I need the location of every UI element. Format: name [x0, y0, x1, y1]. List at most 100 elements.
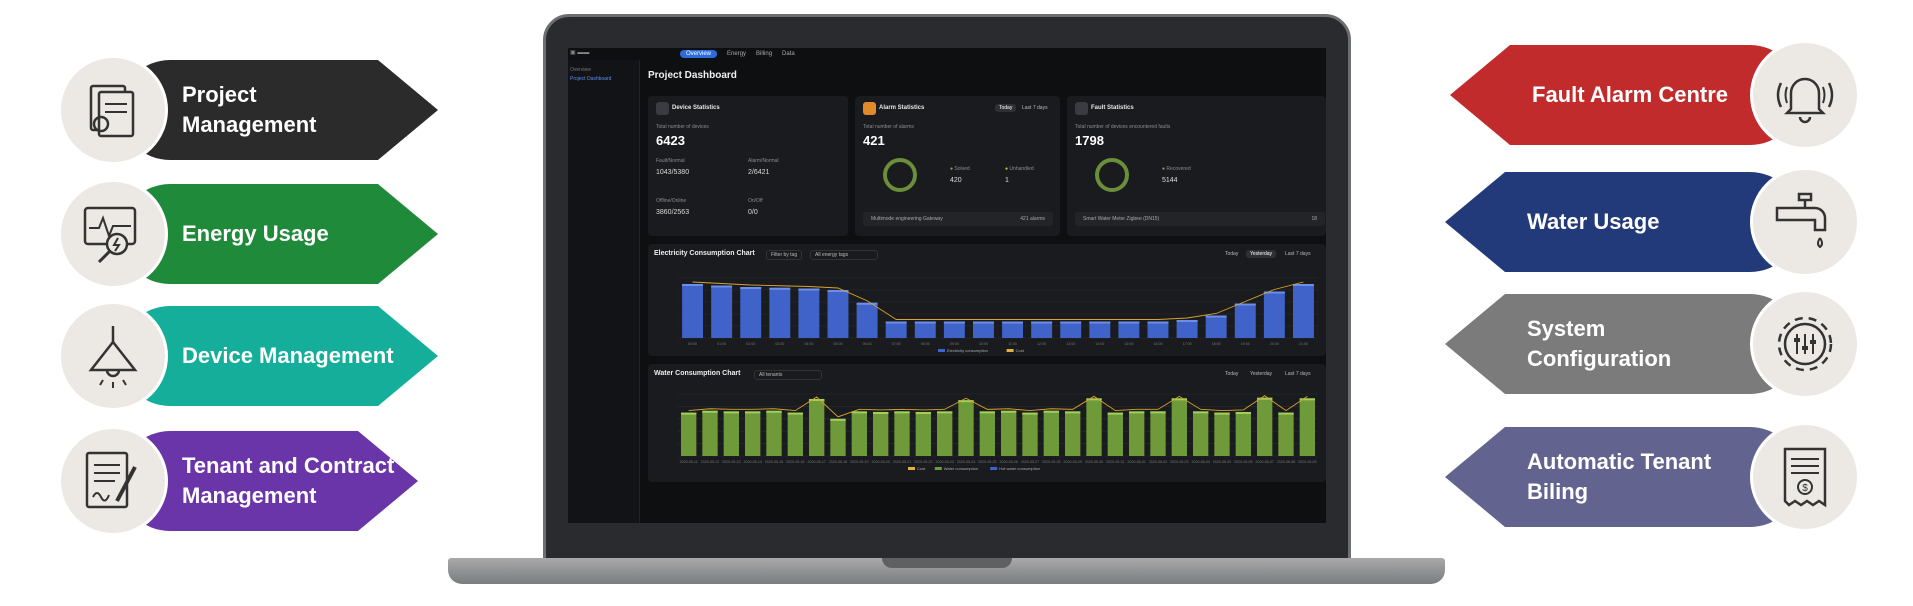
tick-label: 01:00 — [717, 342, 726, 346]
bar-cap — [1043, 410, 1060, 413]
feature-label: Fault Alarm Centre — [1532, 82, 1729, 107]
bar — [1235, 411, 1252, 456]
document-icon — [89, 84, 135, 138]
bar-cap — [766, 410, 782, 413]
bar — [914, 321, 936, 338]
feature-label: Project Management — [182, 82, 317, 137]
bar-cap — [1235, 411, 1252, 414]
tick-label: 19:00 — [1241, 342, 1250, 346]
tick-label: 2020-05-24 — [957, 460, 975, 464]
bar-cap — [1192, 411, 1209, 414]
feature-icon-circle — [1750, 40, 1860, 150]
bar — [943, 321, 965, 338]
bar-cap — [798, 288, 820, 291]
bar — [680, 412, 697, 456]
tick-label: 10:00 — [979, 342, 988, 346]
feature-label: Automatic Tenant Biling — [1527, 449, 1712, 504]
tick-label: 05:00 — [834, 342, 843, 346]
bar-cap — [702, 410, 718, 413]
tick-label: 2020-05-20 — [871, 460, 889, 464]
legend-swatch — [938, 349, 945, 352]
top-nav: Overview Energy Billing Data — [568, 48, 1326, 60]
bar-cap — [1064, 411, 1081, 414]
range-today[interactable]: Today — [995, 104, 1017, 112]
tab-energy[interactable]: Energy — [727, 51, 746, 57]
bar — [979, 411, 996, 456]
tick-label: 2020-05-30 — [1085, 460, 1103, 464]
alarm-top-device-value: 421 alarms — [1020, 216, 1045, 222]
bar — [856, 302, 878, 338]
total-devices: 6423 — [656, 133, 685, 148]
tick-label: 2020-06-04 — [1191, 460, 1209, 464]
tick-label: 2020-06-05 — [1213, 460, 1231, 464]
fault-stats-card: Fault Statistics Total number of devices… — [1067, 96, 1326, 236]
tick-label: 2020-05-29 — [1063, 460, 1081, 464]
bar — [1205, 315, 1227, 338]
onoff-value: 0/0 — [748, 209, 758, 216]
bar-cap — [1214, 412, 1230, 415]
tick-label: 14:00 — [1095, 342, 1104, 346]
tick-label: 16:00 — [1154, 342, 1163, 346]
range-last-7-days[interactable]: Last 7 days — [1018, 104, 1052, 112]
alarm-stats-card: Alarm Statistics Today Last 7 days Total… — [855, 96, 1060, 236]
bar — [1002, 321, 1024, 338]
alarm-icon — [863, 102, 876, 115]
bar — [1043, 410, 1060, 456]
sidebar: Overview Project Dashboard — [568, 60, 640, 523]
bar-cap — [1147, 321, 1169, 324]
bar-cap — [885, 321, 907, 324]
bar-cap — [1128, 411, 1145, 414]
legend-label: Cost — [917, 466, 926, 471]
fault-value: 1043/5380 — [656, 169, 690, 176]
bar-cap — [769, 287, 791, 290]
bar-cap — [872, 411, 889, 414]
bar — [766, 410, 782, 456]
total-alarms-label: Total number of alarms — [863, 124, 914, 130]
feature-label: Water Usage — [1527, 209, 1660, 234]
bar — [808, 398, 825, 456]
bar-cap — [1089, 321, 1111, 324]
tick-label: 2020-05-11 — [680, 460, 698, 464]
tick-label: 15:00 — [1124, 342, 1133, 346]
bar — [1176, 320, 1198, 338]
onoff-label: On/Off — [748, 198, 763, 204]
unhandled-value: 1 — [1005, 177, 1009, 184]
legend-label: Electricity consumption — [947, 348, 988, 353]
bar-cap — [894, 411, 910, 414]
card-title: Device Statistics — [672, 105, 720, 111]
fault-icon — [1075, 102, 1088, 115]
feature-automatic-tenant-biling: Automatic Tenant Biling — [1445, 427, 1800, 527]
sidebar-item-overview[interactable]: Overview — [568, 60, 639, 73]
tick-label: 2020-05-14 — [743, 460, 761, 464]
tick-label: 04:00 — [804, 342, 813, 346]
tick-label: 2020-06-07 — [1255, 460, 1273, 464]
bar — [1000, 410, 1017, 456]
sidebar-item-project-dashboard[interactable]: Project Dashboard — [568, 73, 639, 82]
tick-label: 2020-05-12 — [701, 460, 719, 464]
tick-label: 2020-05-15 — [765, 460, 783, 464]
bar-cap — [1060, 321, 1082, 324]
bar — [1292, 284, 1314, 338]
bar — [1192, 411, 1209, 456]
tick-label: 2020-05-17 — [807, 460, 825, 464]
bar-cap — [1031, 321, 1053, 324]
bar — [702, 410, 718, 456]
tick-label: 2020-05-31 — [1106, 460, 1124, 464]
legend-swatch — [908, 467, 915, 470]
tab-billing[interactable]: Billing — [756, 51, 772, 57]
bar — [798, 288, 820, 338]
tab-data[interactable]: Data — [782, 51, 795, 57]
tab-overview[interactable]: Overview — [680, 50, 718, 58]
tick-label: 00:00 — [688, 342, 697, 346]
device-stats-card: Device Statistics Total number of device… — [648, 96, 848, 236]
tick-label: 2020-06-06 — [1234, 460, 1252, 464]
tick-label: 2020-05-27 — [1021, 460, 1039, 464]
legend-label: Water consumption — [944, 466, 978, 471]
bar — [1107, 412, 1124, 456]
feature-label: Tenant and Contract Management — [182, 453, 395, 508]
tick-label: 03:00 — [775, 342, 784, 346]
offline-label: Offline/Online — [656, 198, 687, 204]
bar — [1299, 398, 1316, 456]
legend-label: Cost — [1016, 348, 1025, 353]
tick-label: 12:00 — [1037, 342, 1046, 346]
